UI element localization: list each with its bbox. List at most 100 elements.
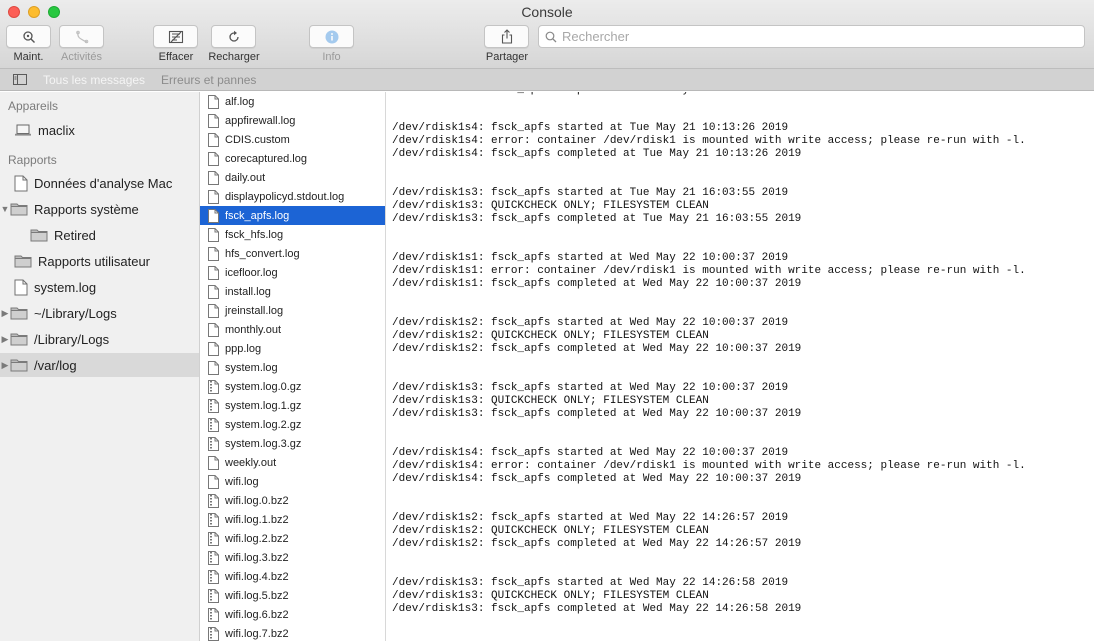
sidebar-item-system-log[interactable]: system.log xyxy=(0,275,199,299)
file-name: daily.out xyxy=(225,171,266,184)
file-name: wifi.log.6.bz2 xyxy=(225,608,289,621)
log-line: /dev/rdisk1s3: fsck_apfs completed at We… xyxy=(392,408,802,420)
file-list-item[interactable]: fsck_hfs.log xyxy=(200,225,385,244)
reports-header: Rapports xyxy=(8,153,57,167)
file-list-item[interactable]: icefloor.log xyxy=(200,263,385,282)
search-field[interactable] xyxy=(538,25,1085,48)
compressed-file-icon xyxy=(208,493,219,508)
disclosure-closed-icon[interactable]: ▶ xyxy=(0,308,10,319)
file-name: system.log xyxy=(225,361,278,374)
log-line: /dev/rdisk1s4: fsck_apfs started at Tue … xyxy=(392,122,789,134)
file-name: CDIS.custom xyxy=(225,133,290,146)
document-icon xyxy=(14,279,28,296)
compressed-file-icon xyxy=(208,436,219,451)
log-line: /dev/rdisk1s3: fsck_apfs started at Tue … xyxy=(392,187,789,199)
sidebar-item-label: Retired xyxy=(54,227,96,243)
document-icon xyxy=(208,455,219,470)
file-name: ppp.log xyxy=(225,342,262,355)
file-list-item[interactable]: wifi.log.0.bz2 xyxy=(200,491,385,510)
file-list-item[interactable]: wifi.log.5.bz2 xyxy=(200,586,385,605)
filter-all-messages[interactable]: Tous les messages xyxy=(43,73,145,87)
file-list-item[interactable]: ppp.log xyxy=(200,339,385,358)
file-list-item[interactable]: wifi.log.3.bz2 xyxy=(200,548,385,567)
log-line: /dev/rdisk1s4: fsck_apfs started at Wed … xyxy=(392,447,789,459)
file-list-item[interactable]: install.log xyxy=(200,282,385,301)
disclosure-closed-icon[interactable]: ▶ xyxy=(0,360,10,371)
document-icon xyxy=(208,341,219,356)
file-list-item[interactable]: system.log.0.gz xyxy=(200,377,385,396)
filter-errors[interactable]: Erreurs et pannes xyxy=(161,73,256,87)
file-name: hfs_convert.log xyxy=(225,247,300,260)
file-list-item[interactable]: daily.out xyxy=(200,168,385,187)
effacer-button[interactable] xyxy=(153,25,198,48)
compressed-file-icon xyxy=(208,398,219,413)
file-list-item[interactable]: wifi.log.4.bz2 xyxy=(200,567,385,586)
file-list-item[interactable]: system.log.2.gz xyxy=(200,415,385,434)
recharger-button[interactable] xyxy=(211,25,256,48)
file-list-item[interactable]: wifi.log.1.bz2 xyxy=(200,510,385,529)
activites-button[interactable] xyxy=(59,25,104,48)
file-list-item[interactable]: alf.log xyxy=(200,92,385,111)
file-list-item[interactable]: system.log.1.gz xyxy=(200,396,385,415)
sidebar-toggle-icon[interactable] xyxy=(13,74,29,85)
sidebar-item-label: Données d'analyse Mac xyxy=(34,175,173,191)
file-list-item[interactable]: wifi.log.6.bz2 xyxy=(200,605,385,624)
file-name: weekly.out xyxy=(225,456,277,469)
sidebar-item-system-reports[interactable]: ▼ Rapports système xyxy=(0,197,199,221)
file-list-item[interactable]: weekly.out xyxy=(200,453,385,472)
sidebar-item-var-log[interactable]: ▶ /var/log xyxy=(0,353,199,377)
sidebar-item-retired[interactable]: Retired xyxy=(0,223,199,247)
file-list-item[interactable]: wifi.log.2.bz2 xyxy=(200,529,385,548)
sidebar-item-label: Rapports système xyxy=(34,201,139,217)
document-icon xyxy=(208,265,219,280)
log-line: /dev/rdisk1s2: fsck_apfs started at Wed … xyxy=(392,512,789,524)
file-list-item[interactable]: CDIS.custom xyxy=(200,130,385,149)
folder-icon xyxy=(14,254,32,268)
file-list-item[interactable]: appfirewall.log xyxy=(200,111,385,130)
file-list-item[interactable]: wifi.log.7.bz2 xyxy=(200,624,385,641)
document-icon xyxy=(208,132,219,147)
disclosure-open-icon[interactable]: ▼ xyxy=(0,204,10,214)
file-list-item[interactable]: hfs_convert.log xyxy=(200,244,385,263)
sidebar-item-user-library-logs[interactable]: ▶ ~/Library/Logs xyxy=(0,301,199,325)
search-input[interactable] xyxy=(562,29,1062,44)
compressed-file-icon xyxy=(208,607,219,622)
window-toolbar: Console Maint. Activités Effacer Recharg… xyxy=(0,0,1094,69)
file-list-item[interactable]: fsck_apfs.log xyxy=(200,206,385,225)
file-list: alf.log appfirewall.log CDIS.custom corecap… xyxy=(200,92,386,641)
disclosure-closed-icon[interactable]: ▶ xyxy=(0,334,10,345)
file-list-item[interactable]: jreinstall.log xyxy=(200,301,385,320)
sidebar-item-mac-analytics[interactable]: Données d'analyse Mac xyxy=(0,171,199,195)
device-label: maclix xyxy=(38,122,75,138)
file-list-item[interactable]: corecaptured.log xyxy=(200,149,385,168)
sidebar-item-library-logs[interactable]: ▶ /Library/Logs xyxy=(0,327,199,351)
sidebar-item-user-reports[interactable]: Rapports utilisateur xyxy=(0,249,199,273)
sidebar-device-maclix[interactable]: maclix xyxy=(0,118,199,142)
window-title: Console xyxy=(521,4,573,20)
partager-button[interactable] xyxy=(484,25,529,48)
clear-log-icon xyxy=(168,30,183,43)
document-icon xyxy=(208,94,219,109)
file-name: wifi.log.1.bz2 xyxy=(225,513,289,526)
maint-button[interactable] xyxy=(6,25,51,48)
sidebar-item-label: Rapports utilisateur xyxy=(38,253,150,269)
file-name: system.log.3.gz xyxy=(225,437,302,450)
document-icon xyxy=(208,322,219,337)
document-icon xyxy=(208,227,219,242)
file-list-item[interactable]: wifi.log xyxy=(200,472,385,491)
file-list-item[interactable]: monthly.out xyxy=(200,320,385,339)
file-name: displaypolicyd.stdout.log xyxy=(225,190,345,203)
file-name: wifi.log.0.bz2 xyxy=(225,494,289,507)
document-icon xyxy=(208,113,219,128)
folder-icon xyxy=(10,358,28,372)
file-list-item[interactable]: system.log.3.gz xyxy=(200,434,385,453)
file-list-item[interactable]: displaypolicyd.stdout.log xyxy=(200,187,385,206)
file-name: wifi.log xyxy=(225,475,259,488)
info-button[interactable] xyxy=(309,25,354,48)
file-name: icefloor.log xyxy=(225,266,278,279)
document-icon xyxy=(208,303,219,318)
file-list-item[interactable]: system.log xyxy=(200,358,385,377)
document-icon xyxy=(208,360,219,375)
compressed-file-icon xyxy=(208,379,219,394)
file-name: system.log.1.gz xyxy=(225,399,302,412)
